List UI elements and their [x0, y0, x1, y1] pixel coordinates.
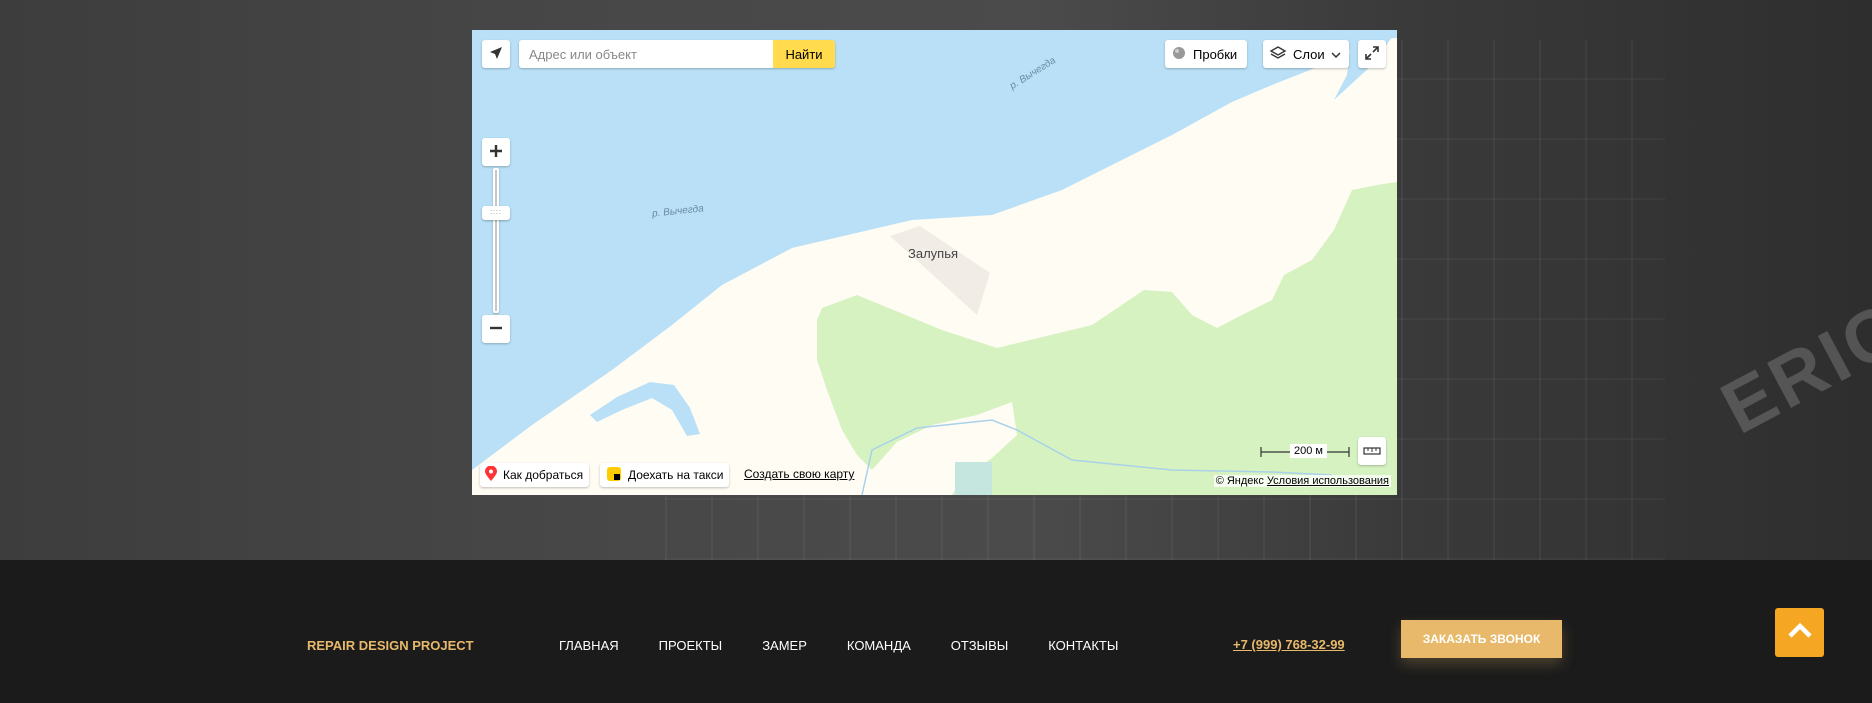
taxi-button[interactable]: Доехать на такси — [600, 463, 730, 487]
zoom-in-icon — [489, 144, 503, 161]
taxi-icon — [606, 466, 622, 485]
search-button[interactable]: Найти — [773, 40, 835, 68]
taxi-label: Доехать на такси — [628, 468, 724, 482]
footer-nav: ГЛАВНАЯ ПРОЕКТЫ ЗАМЕР КОМАНДА ОТЗЫВЫ КОН… — [559, 638, 1158, 653]
map-search[interactable]: Найти — [519, 40, 835, 68]
arrow-up-icon — [1787, 621, 1813, 644]
phone-link[interactable]: +7 (999) 768-32-99 — [1233, 637, 1345, 652]
map-copyright: © Яндекс Условия использования — [1213, 475, 1391, 487]
map-widget[interactable]: р. Вычегда р. Вычегда Залупья Найти Проб… — [472, 30, 1397, 495]
zoom-out-icon — [489, 321, 503, 338]
nav-link-measure[interactable]: ЗАМЕР — [762, 638, 807, 653]
nav-link-home[interactable]: ГЛАВНАЯ — [559, 638, 619, 653]
map-terrain — [472, 30, 1397, 495]
footer — [0, 560, 1872, 703]
zoom-in-button[interactable] — [482, 138, 510, 166]
terms-link[interactable]: Условия использования — [1267, 475, 1389, 487]
brand-logo[interactable]: REPAIR DESIGN PROJECT — [307, 638, 474, 653]
zoom-slider-track[interactable] — [493, 168, 499, 313]
order-call-button[interactable]: ЗАКАЗАТЬ ЗВОНОК — [1401, 620, 1562, 658]
building-sign-image: ERICSS — [1708, 235, 1872, 450]
route-button[interactable]: Как добраться — [480, 463, 590, 487]
traffic-icon — [1171, 45, 1187, 64]
layers-label: Слои — [1293, 46, 1325, 62]
nav-link-team[interactable]: КОМАНДА — [847, 638, 911, 653]
fullscreen-button[interactable] — [1358, 40, 1386, 68]
route-label: Как добраться — [503, 468, 584, 482]
nav-link-projects[interactable]: ПРОЕКТЫ — [659, 638, 723, 653]
nav-link-reviews[interactable]: ОТЗЫВЫ — [951, 638, 1008, 653]
geolocation-icon — [488, 45, 504, 64]
layers-icon — [1269, 45, 1287, 64]
scale-label: 200 м — [1290, 444, 1327, 458]
zoom-slider-handle[interactable]: :::: — [482, 206, 510, 220]
traffic-label: Пробки — [1193, 46, 1238, 62]
town-label: Залупья — [908, 246, 959, 261]
layers-button[interactable]: Слои — [1263, 40, 1349, 68]
ruler-icon — [1363, 444, 1381, 459]
create-map-link[interactable]: Создать свою карту — [744, 467, 854, 481]
nav-link-contacts[interactable]: КОНТАКТЫ — [1048, 638, 1118, 653]
fullscreen-icon — [1365, 45, 1379, 63]
scroll-to-top-button[interactable] — [1775, 608, 1824, 657]
chevron-down-icon — [1331, 47, 1341, 62]
traffic-button[interactable]: Пробки — [1165, 40, 1248, 68]
geolocation-button[interactable] — [482, 40, 510, 68]
zoom-out-button[interactable] — [482, 315, 510, 343]
copyright-text: © Яндекс — [1215, 475, 1264, 487]
search-input[interactable] — [519, 40, 773, 68]
route-pin-icon — [484, 465, 498, 485]
ruler-button[interactable] — [1358, 437, 1386, 465]
